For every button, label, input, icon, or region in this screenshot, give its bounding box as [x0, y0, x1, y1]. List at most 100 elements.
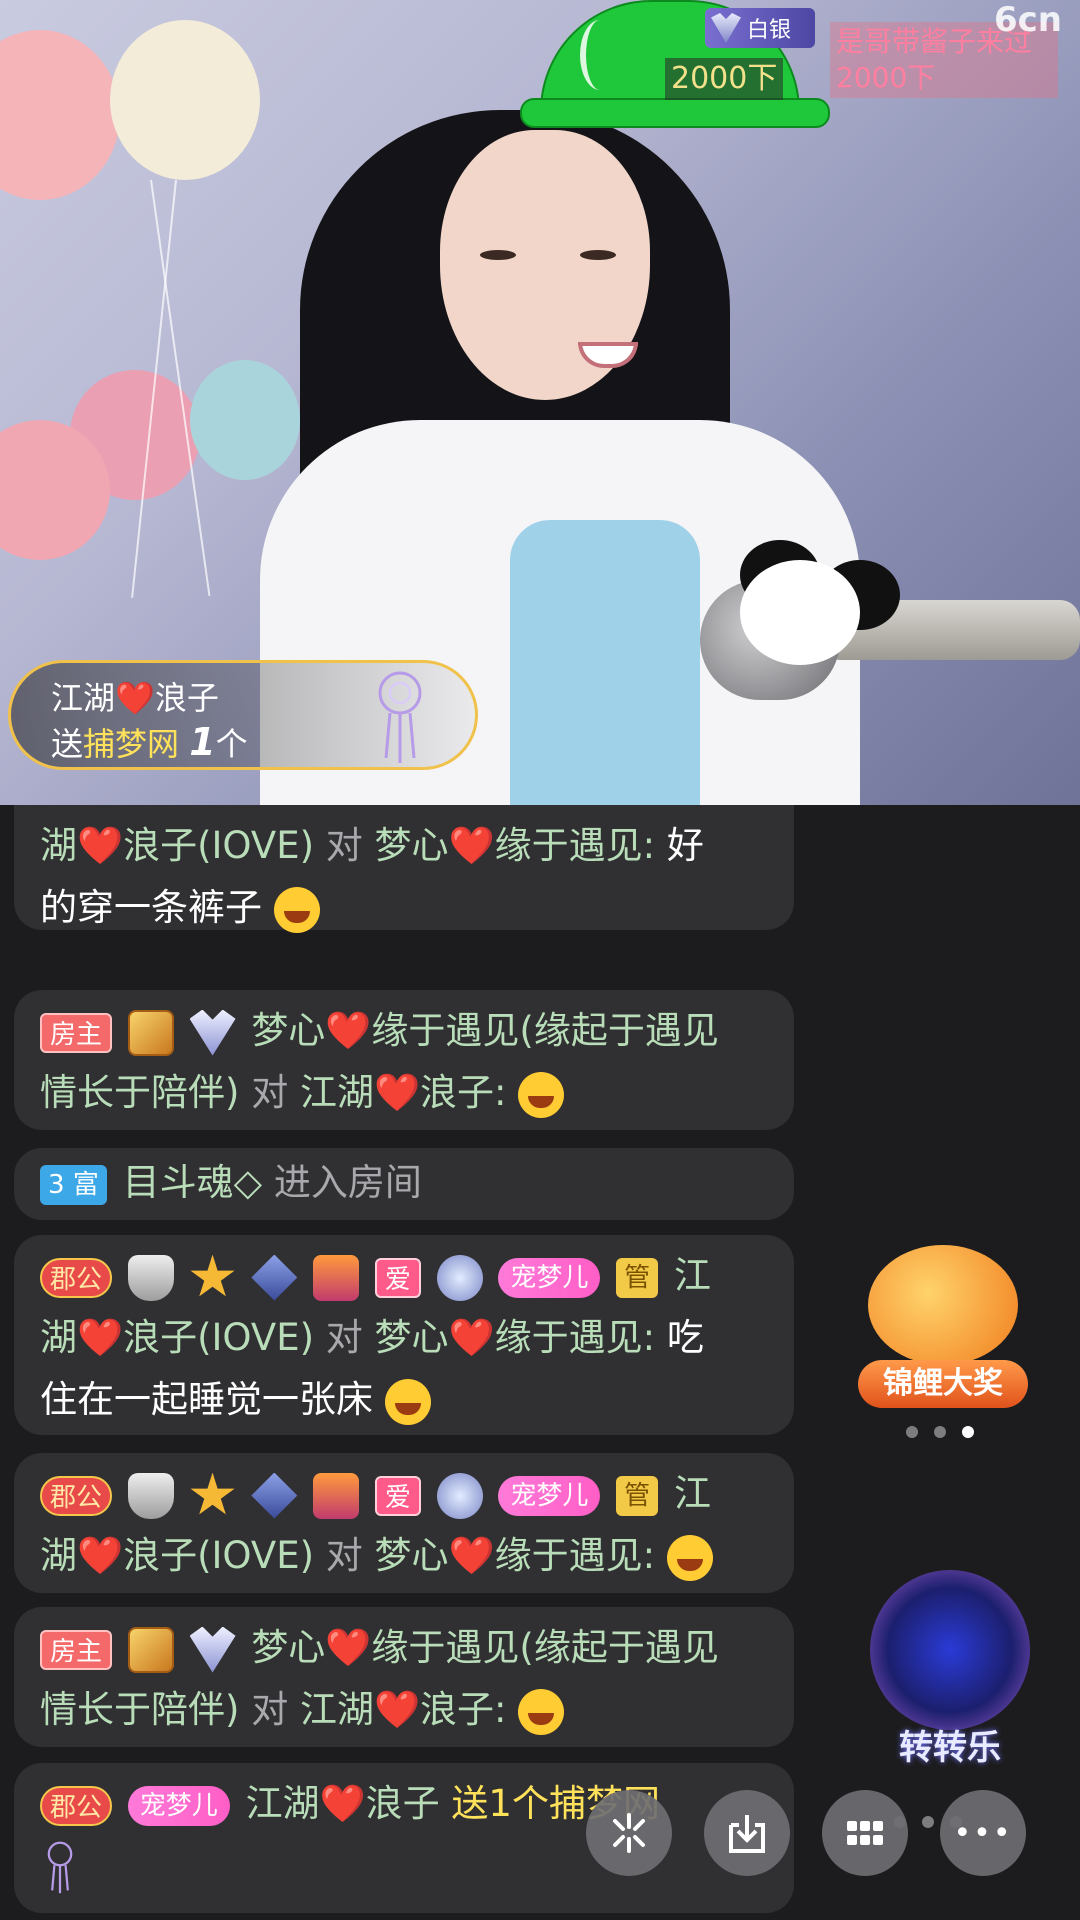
admin-tag: 管 [616, 1475, 659, 1516]
gift-send-word: 送 [51, 725, 84, 763]
chat-line: 情长于陪伴) 对 江湖❤️浪子: [40, 1679, 768, 1741]
chat-message: 3 富 目斗魂◇ 进入房间 [14, 1148, 794, 1220]
giggle-emoji-icon [518, 1071, 565, 1118]
chat-line: 住在一起睡觉一张床 [40, 1369, 768, 1431]
chat-line: 湖❤️浪子(IOVE) 对 梦心❤️缘于遇见: 吃 [40, 1307, 768, 1369]
chat-line: 情长于陪伴) 对 江湖❤️浪子: [40, 1062, 768, 1124]
chat-message: 郡公 爱 宠梦儿 管 江 湖❤️浪子(IOVE) 对 梦心❤️缘于遇见: 吃 住… [14, 1235, 794, 1435]
pager-dot-active [962, 1426, 974, 1438]
rank-badge-label: 白银 [747, 18, 792, 43]
star-icon [190, 1472, 235, 1515]
chat-line: 房主 梦心❤️缘于遇见(缘起于遇见 [40, 1000, 768, 1062]
chat-line: 湖❤️浪子(IOVE) 对 梦心❤️缘于遇见: [40, 1525, 768, 1587]
sender-name[interactable]: 江 [674, 1254, 711, 1297]
noble-tag: 郡公 [40, 1785, 113, 1826]
gift-line: 送捕梦网 1个 [51, 719, 248, 765]
sender-name[interactable]: 目斗魂◇ [123, 1161, 262, 1204]
sender-name[interactable]: 梦心❤️缘于遇见(缘起于遇见 [251, 1009, 719, 1052]
chat-line: 湖❤️浪子(IOVE) 对 梦心❤️缘于遇见: 好 [40, 815, 768, 877]
fan-club-tag: 宠梦儿 [498, 1257, 601, 1298]
wealth-label: 富 [72, 1169, 99, 1200]
hardhat-brim [520, 98, 830, 128]
pager-dot [934, 1426, 946, 1438]
fan-club-tag: 宠梦儿 [127, 1785, 230, 1826]
target-name[interactable]: 江湖❤️浪子: [300, 1688, 507, 1731]
hardhat-shine [580, 20, 620, 90]
to-word: 对 [251, 1071, 289, 1114]
guard-shield-icon [127, 1472, 174, 1519]
streamer-eye [580, 250, 616, 260]
host-tag: 房主 [40, 1629, 113, 1670]
heart-eyes-emoji-icon [666, 1534, 713, 1581]
treasure-chest-icon [313, 1472, 360, 1519]
love-tag: 爱 [374, 1475, 421, 1516]
sender-name-cont[interactable]: 湖❤️浪子(IOVE) [40, 1534, 314, 1577]
chat-message: 房主 梦心❤️缘于遇见(缘起于遇见 情长于陪伴) 对 江湖❤️浪子: [14, 990, 794, 1130]
message-text: 进入房间 [273, 1161, 422, 1204]
chat-line: 房主 梦心❤️缘于遇见(缘起于遇见 [40, 1617, 768, 1679]
to-word: 对 [251, 1688, 289, 1731]
sparkle-icon [613, 1813, 645, 1853]
gift-name: 捕梦网 [83, 725, 180, 763]
diamond-level-icon [251, 1472, 298, 1519]
rank-gem-icon [711, 13, 741, 43]
message-text: 吃 [666, 1316, 704, 1359]
dreamcatcher-icon [378, 671, 422, 763]
to-word: 对 [325, 1534, 363, 1577]
hardhat-count: 2000下 [665, 58, 784, 100]
target-name[interactable]: 梦心❤️缘于遇见: [375, 1316, 656, 1359]
admin-tag: 管 [616, 1257, 659, 1298]
spin-wheel-widget[interactable]: 转转乐 [860, 1560, 1040, 1768]
sender-name-cont[interactable]: 湖❤️浪子(IOVE) [40, 1316, 314, 1359]
to-word: 对 [325, 1316, 363, 1359]
streamer-eye [480, 250, 516, 260]
more-button[interactable]: ••• [940, 1790, 1026, 1876]
orb-badge-icon [436, 1254, 483, 1301]
more-icon: ••• [953, 1815, 1013, 1851]
sender-name-cont[interactable]: 情长于陪伴) [40, 1071, 239, 1114]
sender-name-cont[interactable]: 情长于陪伴) [40, 1688, 239, 1731]
koi-prize-label: 锦鲤大奖 [858, 1360, 1028, 1408]
task-banner-line2: 2000下 [836, 61, 936, 94]
effects-button[interactable] [586, 1790, 672, 1876]
chat-line: 郡公 爱 宠梦儿 管 江 [40, 1463, 768, 1525]
download-button[interactable] [704, 1790, 790, 1876]
live-video[interactable]: 2000下 白银 是哥带酱子来过 2000下 6cn 江湖❤️浪子 送捕梦网 1… [0, 0, 1080, 805]
chat-message: 房主 梦心❤️缘于遇见(缘起于遇见 情长于陪伴) 对 江湖❤️浪子: [14, 1607, 794, 1747]
chat-line: 郡公 爱 宠梦儿 管 江 [40, 1245, 768, 1307]
wealth-level: 3 [48, 1169, 65, 1200]
heart-eyes-emoji-icon [384, 1378, 431, 1425]
balloon-decoration [0, 30, 120, 200]
pager-dot [906, 1426, 918, 1438]
gift-count: 1 [189, 720, 216, 764]
fan-club-tag: 宠梦儿 [498, 1475, 601, 1516]
target-name[interactable]: 江湖❤️浪子: [300, 1071, 507, 1114]
chat-line: 的穿一条裤子 [40, 877, 768, 939]
message-text: 住在一起睡觉一张床 [40, 1378, 373, 1421]
target-name[interactable]: 梦心❤️缘于遇见: [375, 824, 656, 867]
watermark-logo: 6cn [993, 0, 1062, 40]
host-tag: 房主 [40, 1012, 113, 1053]
sender-name[interactable]: 江湖❤️浪子 [246, 1782, 440, 1825]
sender-name[interactable]: 梦心❤️缘于遇见(缘起于遇见 [251, 1626, 719, 1669]
gift-unit: 个 [215, 725, 248, 763]
rank-gem-icon [189, 1009, 236, 1056]
app-grid-button[interactable] [822, 1790, 908, 1876]
target-name[interactable]: 梦心❤️缘于遇见: [375, 1534, 656, 1577]
sender-name[interactable]: 湖❤️浪子(IOVE) [40, 824, 314, 867]
rank-badge[interactable]: 白银 [705, 8, 815, 48]
gold-bar-icon [127, 1009, 174, 1056]
noble-tag: 郡公 [40, 1475, 113, 1516]
orb-badge-icon [436, 1472, 483, 1519]
chat-message: 湖❤️浪子(IOVE) 对 梦心❤️缘于遇见: 好 的穿一条裤子 [14, 805, 794, 933]
rank-gem-icon [189, 1626, 236, 1673]
koi-fish-icon [868, 1245, 1018, 1365]
sender-name[interactable]: 江 [674, 1472, 711, 1515]
message-text: 好 [666, 824, 704, 867]
heart-eyes-emoji-icon [273, 886, 320, 933]
star-icon [190, 1254, 235, 1297]
guard-shield-icon [127, 1254, 174, 1301]
wealth-level-tag: 3 富 [40, 1164, 107, 1205]
koi-prize-widget[interactable]: 锦鲤大奖 [838, 1235, 1048, 1415]
grid-icon [847, 1821, 883, 1845]
